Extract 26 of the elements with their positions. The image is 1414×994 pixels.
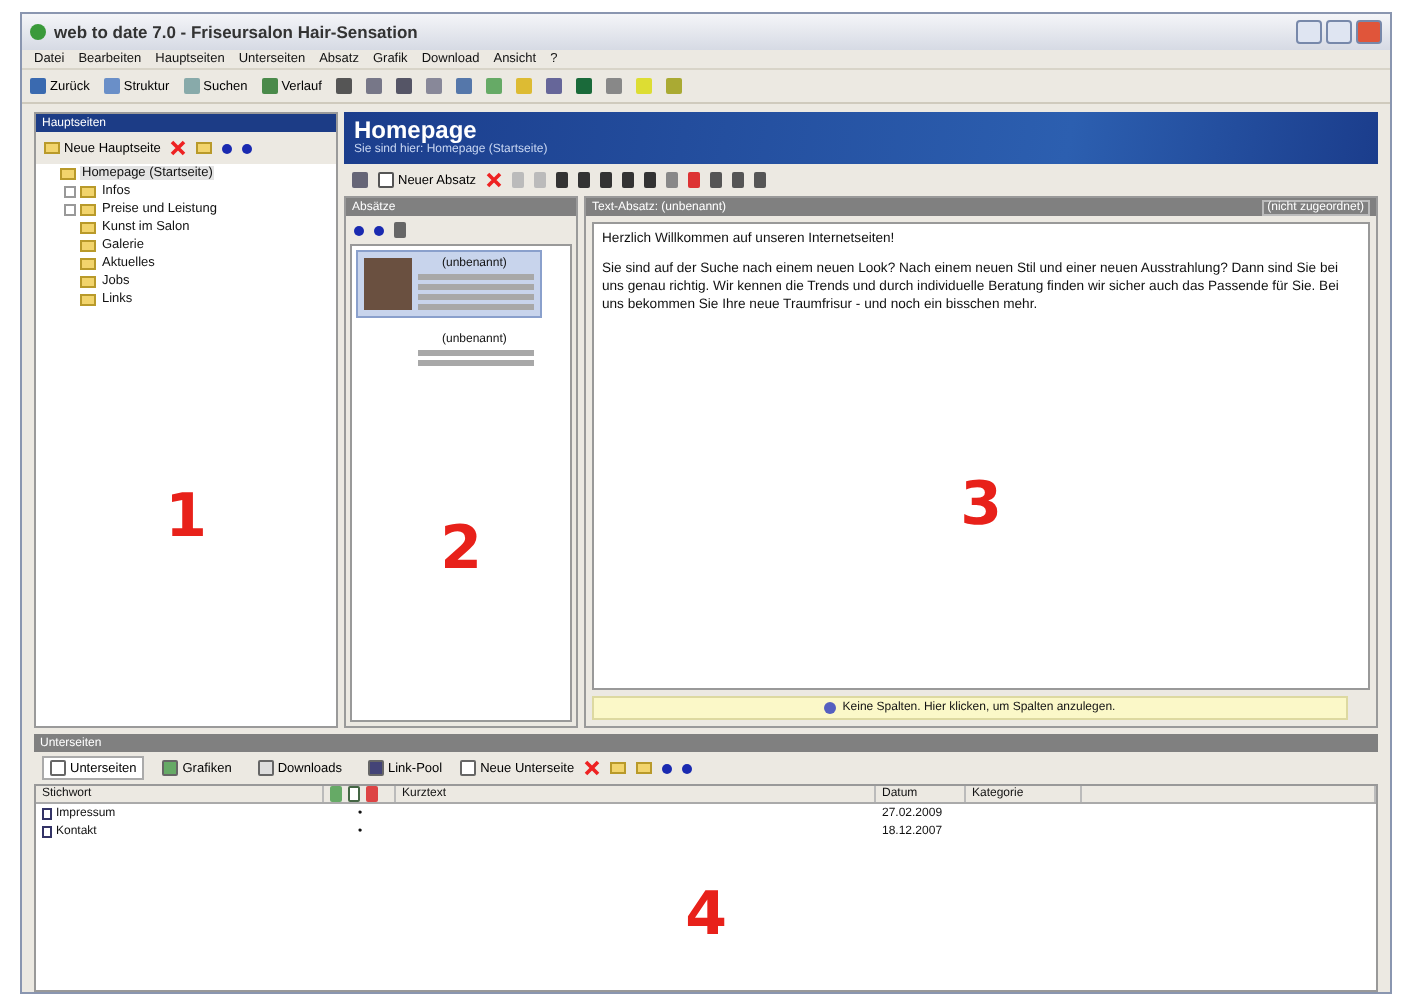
text-line-placeholder (418, 360, 534, 366)
annotation-number: 4 (685, 880, 727, 950)
text-line-placeholder (418, 284, 534, 290)
window-title: web to date 7.0 - Friseursalon Hair-Sensation (54, 22, 418, 42)
text-line-placeholder (418, 274, 534, 280)
text-line-placeholder (418, 304, 534, 310)
toolbar-icon (103, 78, 120, 94)
expand-toggle[interactable] (64, 185, 76, 197)
expand-toggle[interactable] (64, 203, 76, 215)
toolbar-icon (261, 78, 278, 94)
toolbar-icon (183, 78, 200, 94)
delete-icon[interactable] (170, 140, 187, 156)
page-title: Homepage (354, 116, 477, 144)
annotation-number: 1 (165, 482, 207, 552)
text-line-placeholder (418, 350, 534, 356)
text-line-placeholder (418, 294, 534, 300)
photo-placeholder (364, 258, 412, 310)
app-logo-icon (30, 24, 46, 40)
folder-icon[interactable] (196, 142, 213, 154)
toolbar-icon (30, 78, 46, 94)
annotation-number: 2 (440, 514, 482, 584)
annotation-number: 3 (960, 469, 1002, 539)
delete-icon[interactable] (584, 760, 601, 776)
minimize-button[interactable] (1296, 20, 1322, 44)
maximize-button[interactable] (1326, 20, 1352, 44)
delete-icon[interactable] (486, 172, 503, 188)
